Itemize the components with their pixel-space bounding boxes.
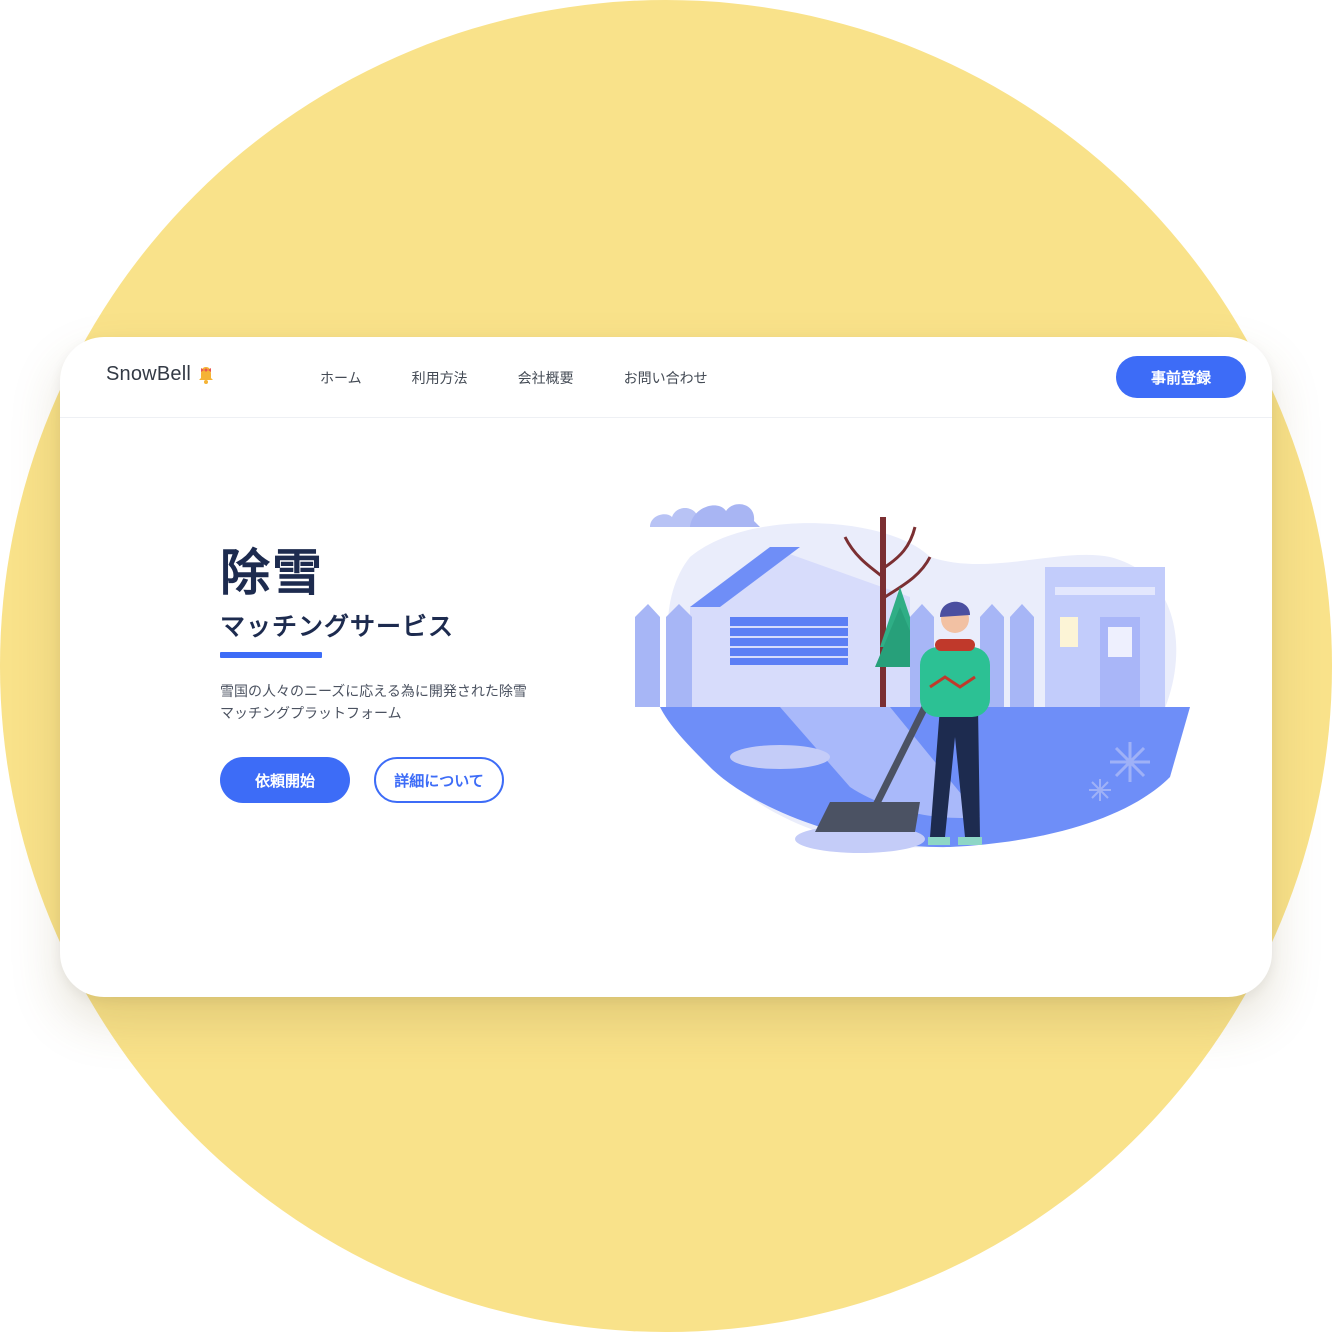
hero-subtitle: マッチングサービス xyxy=(220,612,455,641)
nav-item-home[interactable]: ホーム xyxy=(320,368,362,388)
hero-description: 雪国の人々のニーズに応える為に開発された除雪 マッチングプラットフォーム xyxy=(220,681,580,725)
fence xyxy=(635,604,692,707)
scarf xyxy=(935,639,975,651)
shovel-blade xyxy=(815,802,920,832)
brand-name: SnowBell xyxy=(106,363,191,385)
hero-underline xyxy=(220,652,322,658)
snow-pile xyxy=(730,745,830,769)
brand-logo[interactable]: SnowBell xyxy=(106,363,215,386)
nav-links: ホーム 利用方法 会社概要 お問い合わせ xyxy=(320,368,758,388)
navbar: SnowBell ホーム 利用方法 会社概要 お問い合わせ 事前登録 xyxy=(60,337,1272,418)
hero-description-line-2: マッチングプラットフォーム xyxy=(220,706,402,722)
bell-icon xyxy=(197,365,215,385)
tree-trunk xyxy=(880,517,886,707)
nav-item-company[interactable]: 会社概要 xyxy=(518,368,574,388)
learn-more-button[interactable]: 詳細について xyxy=(374,757,504,803)
snowflake-icon xyxy=(1110,742,1150,782)
nav-item-contact[interactable]: お問い合わせ xyxy=(624,368,708,388)
hero-title: 除雪 xyxy=(220,544,324,602)
snowflake-icon xyxy=(1089,779,1111,801)
hero-description-line-1: 雪国の人々のニーズに応える為に開発された除雪 xyxy=(220,684,527,700)
pre-register-button[interactable]: 事前登録 xyxy=(1116,356,1246,398)
website-window: SnowBell ホーム 利用方法 会社概要 お問い合わせ 事前登録 除雪 マッ… xyxy=(60,337,1272,997)
snow-shoveling-illustration xyxy=(630,477,1190,877)
cloud xyxy=(690,504,760,527)
nav-item-how-to-use[interactable]: 利用方法 xyxy=(412,368,468,388)
start-request-button[interactable]: 依頼開始 xyxy=(220,757,350,803)
